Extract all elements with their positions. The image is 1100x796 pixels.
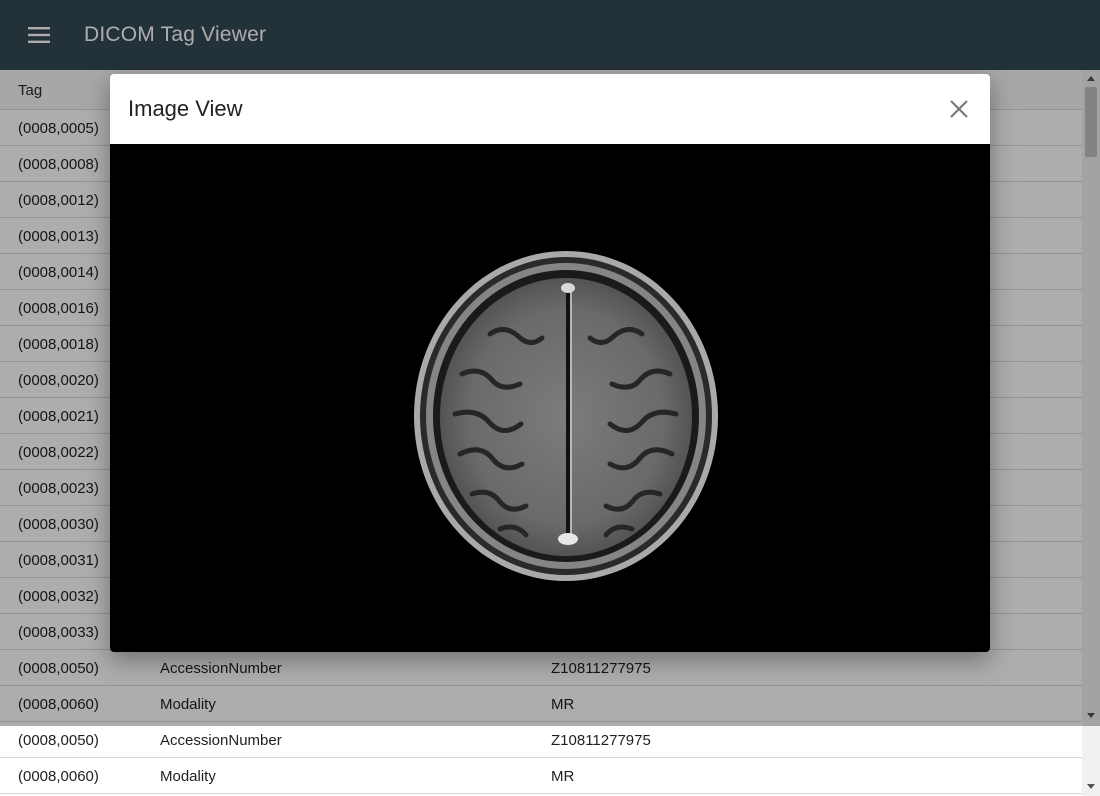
- cell-value: MR: [551, 768, 575, 785]
- cell-name: AccessionNumber: [160, 732, 282, 749]
- cell-tag: (0008,0050): [18, 732, 99, 749]
- cell-name: Modality: [160, 768, 216, 785]
- dialog-title: Image View: [128, 96, 243, 121]
- image-view-dialog: Image View: [110, 74, 990, 652]
- close-icon: [950, 100, 968, 118]
- page-scroll-down-arrow-icon[interactable]: [1087, 784, 1095, 789]
- cell-tag: (0008,0060): [18, 768, 99, 785]
- brain-mri-image: [414, 251, 718, 581]
- table-row[interactable]: (0008,0050) AccessionNumber Z10811277975: [0, 722, 1082, 758]
- close-button[interactable]: [948, 98, 970, 120]
- table-row[interactable]: (0008,0060) Modality MR: [0, 758, 1082, 794]
- dialog-header: Image View: [110, 74, 990, 144]
- cell-value: Z10811277975: [551, 732, 651, 749]
- dicom-image-viewport[interactable]: [110, 144, 990, 652]
